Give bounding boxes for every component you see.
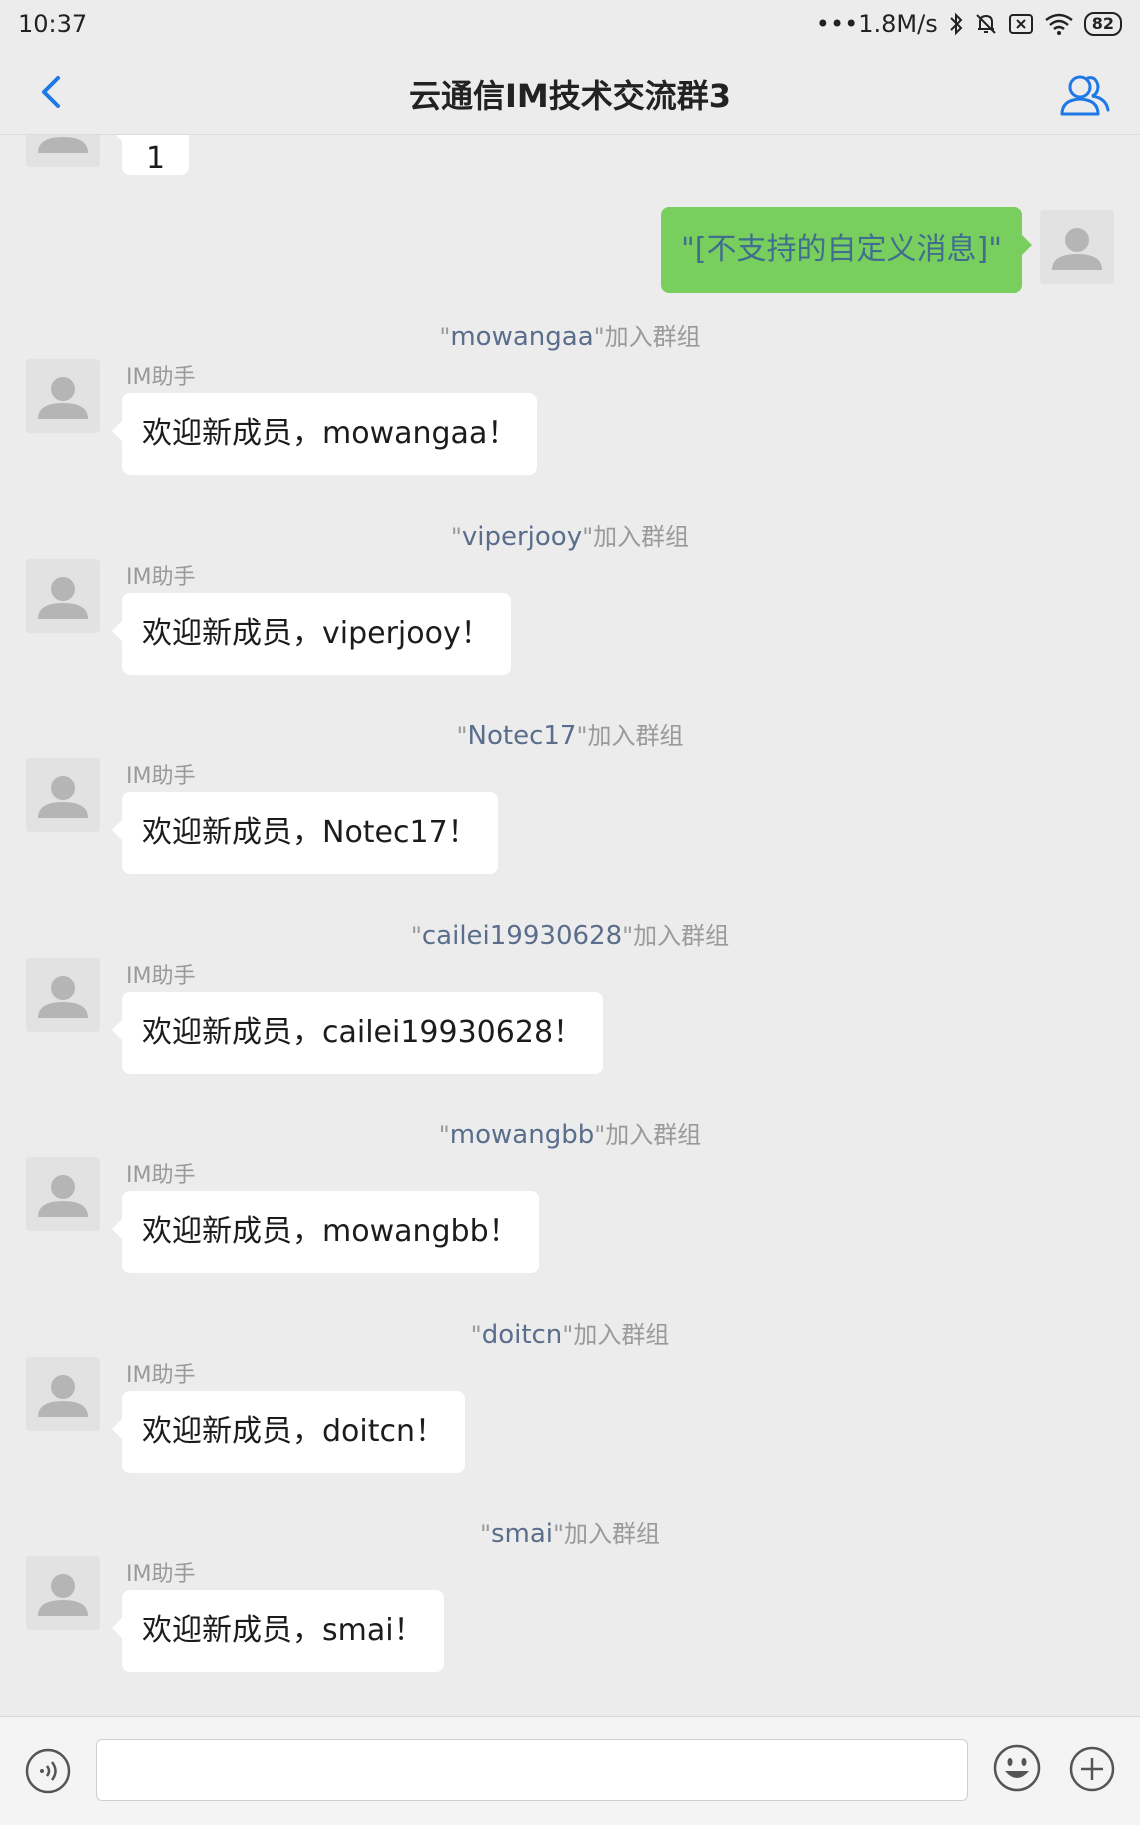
person-icon [38,1574,88,1616]
battery-icon: 82 [1083,12,1122,36]
message-input[interactable] [96,1739,968,1801]
join-notice-quote: " [439,323,451,351]
message-list[interactable]: 1 "[不支持的自定义消息]" "mowangaa"加入群组 IM助手 欢迎新成员，… [0,135,1140,1715]
input-bar [0,1716,1140,1825]
join-notice: "mowangaa"加入群组 [0,317,1140,352]
join-notice: "viperjooy"加入群组 [0,517,1140,552]
more-button[interactable] [1068,1745,1116,1793]
join-notice-suffix: "加入群组 [622,922,730,950]
join-notice-suffix: "加入群组 [582,523,690,551]
message-bubble[interactable]: 欢迎新成员，mowangbb！ [112,1191,539,1273]
sender-name: IM助手 [126,1363,196,1388]
message-bubble[interactable]: 欢迎新成员，mowangaa！ [111,393,538,475]
sender-name: IM助手 [126,764,196,789]
join-notice-suffix: "加入群组 [593,323,701,351]
person-icon [38,976,88,1018]
join-notice: "doitcn"加入群组 [0,1315,1140,1350]
join-notice-quote: " [479,1520,491,1548]
avatar[interactable] [26,559,100,633]
message-bubble[interactable]: 欢迎新成员，cailei19930628！ [111,992,604,1074]
message-bubble[interactable]: 欢迎新成员，Notec17！ [112,792,498,874]
join-notice: "smai"加入群组 [0,1514,1140,1549]
emoji-icon [993,1744,1041,1792]
join-notice-quote: " [410,922,422,950]
message-bubble[interactable]: 1 [111,135,190,176]
emoji-button[interactable] [992,1743,1042,1793]
avatar[interactable] [26,1357,100,1431]
bluetooth-icon [948,12,964,36]
message-bubble[interactable]: 欢迎新成员，smai！ [112,1590,444,1672]
join-notice: "cailei19930628"加入群组 [0,916,1140,951]
join-notice-quote: " [450,523,462,551]
voice-button[interactable] [24,1747,72,1795]
person-icon [38,776,88,818]
outgoing-message-bubble[interactable]: "[不支持的自定义消息]" [661,207,1033,293]
back-button[interactable] [30,70,74,114]
sim-icon [1008,13,1034,35]
sender-name: IM助手 [126,1562,196,1587]
join-notice-suffix: "加入群组 [576,722,684,750]
join-notice: "Notec17"加入群组 [0,716,1140,751]
join-notice-suffix: "加入群组 [553,1520,661,1548]
page-title: 云通信IM技术交流群3 [408,77,732,115]
voice-icon [25,1748,71,1794]
avatar[interactable] [26,758,100,832]
join-notice-nickname: Notec17 [467,721,577,751]
sender-name: IM助手 [126,365,196,390]
join-notice-suffix: "加入群组 [562,1321,670,1349]
message-bubble[interactable]: 欢迎新成员，doitcn！ [111,1391,466,1473]
join-notice: "mowangbb"加入群组 [0,1115,1140,1150]
person-icon [38,1175,88,1217]
join-notice-quote: " [438,1121,450,1149]
sender-name: IM助手 [126,964,196,989]
chat-header: 云通信IM技术交流群3 [0,50,1140,135]
group-members-button[interactable] [1058,70,1112,122]
avatar[interactable] [26,359,100,433]
status-time: 10:37 [18,10,88,38]
avatar[interactable] [26,958,100,1032]
sender-name: IM助手 [126,1163,196,1188]
chevron-left-icon [42,76,60,108]
message-bubble[interactable]: 欢迎新成员，viperjooy！ [112,593,511,675]
join-notice-nickname: smai [490,1519,554,1549]
sender-name: IM助手 [126,565,196,590]
join-notice-quote: " [470,1321,482,1349]
person-icon [38,377,88,419]
person-icon [38,137,88,153]
my-avatar[interactable] [1040,210,1114,284]
join-notice-nickname: mowangbb [449,1120,595,1150]
mute-bell-icon [974,12,998,36]
join-notice-quote: " [456,722,468,750]
person-icon [1052,228,1102,270]
status-icons: •••1.8M/s 82 [816,10,1122,38]
person-icon [38,577,88,619]
join-notice-nickname: cailei19930628 [421,921,623,951]
avatar[interactable] [26,1556,100,1630]
avatar[interactable] [26,135,100,167]
plus-icon [1069,1746,1115,1792]
avatar[interactable] [26,1157,100,1231]
join-notice-nickname: doitcn [481,1320,563,1350]
network-speed: •••1.8M/s [815,10,938,38]
join-notice-nickname: mowangaa [450,322,594,352]
person-icon [38,1375,88,1417]
wifi-icon [1044,12,1074,36]
join-notice-nickname: viperjooy [461,522,583,552]
status-bar: 10:37 •••1.8M/s 82 [0,0,1140,50]
group-members-icon [1060,75,1110,116]
join-notice-suffix: "加入群组 [594,1121,702,1149]
